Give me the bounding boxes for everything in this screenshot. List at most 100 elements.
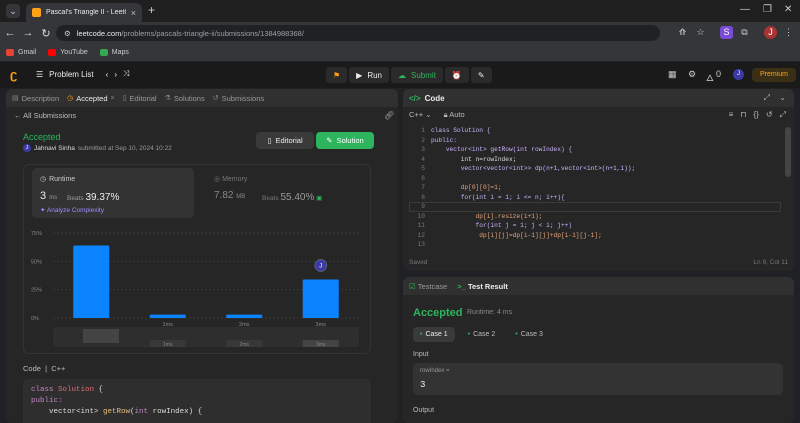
current-line-highlight bbox=[409, 202, 781, 212]
timer-button[interactable]: ⏰ bbox=[444, 67, 469, 83]
forward-icon[interactable]: → bbox=[20, 27, 36, 39]
cloud-upload-icon: ☁ bbox=[398, 70, 407, 80]
runtime-distribution-chart: 0%25%50%75%1ms 2ms 3msJ1ms 2ms 3ms bbox=[31, 231, 359, 348]
share-link-icon[interactable]: 🔗︎ bbox=[384, 111, 394, 120]
y-tick-label: 25% bbox=[31, 288, 42, 294]
chart-bar[interactable] bbox=[149, 314, 186, 318]
maximize-icon[interactable]: ❐ bbox=[763, 4, 772, 15]
next-problem-icon[interactable]: › bbox=[114, 70, 117, 79]
run-submit-group: ⚑ ▶ Run ☁ Submit ⏰ ✎ bbox=[326, 67, 492, 83]
solution-button[interactable]: ✎ Solution bbox=[316, 132, 374, 149]
tab-test-result[interactable]: >_ Test Result bbox=[457, 282, 508, 291]
editor-scrollbar[interactable] bbox=[785, 127, 791, 177]
run-button[interactable]: ▶ Run bbox=[349, 67, 390, 83]
memory-beats-value: 55.40% bbox=[280, 192, 315, 203]
tab-accepted[interactable]: ◷ Accepted × bbox=[67, 94, 114, 103]
list-icon[interactable]: ☰ bbox=[36, 70, 43, 79]
debug-button[interactable]: ⚑ bbox=[326, 67, 348, 83]
panel-menu-icon[interactable]: ⌄ bbox=[779, 93, 786, 102]
language-label: C++ bbox=[409, 110, 424, 119]
code-line: dp[i][j]=dp[i-1][j]+dp[i-1][j-1]; bbox=[431, 231, 602, 239]
settings-icon[interactable]: ⚙ bbox=[688, 69, 696, 80]
premium-button[interactable]: Premium bbox=[752, 68, 796, 82]
leetcode-logo-icon[interactable]: ʗ bbox=[10, 68, 22, 82]
submitter-avatar: J bbox=[23, 144, 31, 152]
bookmark-star-icon[interactable]: ☆ bbox=[694, 26, 707, 39]
flask-icon: ⚗ bbox=[164, 95, 171, 102]
profile-avatar-icon[interactable]: J bbox=[764, 26, 777, 39]
language-select[interactable]: C++ ⌄ bbox=[409, 110, 432, 120]
case-1-tab[interactable]: • Case 1 bbox=[413, 327, 455, 342]
pass-dot-icon: • bbox=[420, 331, 423, 338]
chart-bar[interactable] bbox=[302, 279, 339, 318]
extension-s-icon[interactable]: S bbox=[720, 26, 733, 39]
tab-search-icon[interactable]: ⌄ bbox=[6, 4, 20, 18]
problem-list-link[interactable]: Problem List bbox=[49, 70, 93, 79]
analyze-complexity-link[interactable]: ✦ Analyze Complexity bbox=[40, 206, 104, 214]
shuffle-icon[interactable]: ⤨ bbox=[123, 69, 129, 79]
memory-number: 7.82 bbox=[214, 190, 234, 201]
history-icon: ↺ bbox=[212, 95, 219, 102]
code-editor[interactable]: 1 class Solution {2 public: 3 vector<int> g… bbox=[409, 126, 789, 248]
notes-button[interactable]: ✎ bbox=[470, 67, 492, 83]
tab-testcase[interactable]: ☑ Testcase bbox=[409, 282, 447, 291]
expand-icon[interactable]: ⤢ bbox=[780, 110, 786, 120]
browser-menu-icon[interactable]: ⋮ bbox=[782, 26, 795, 39]
reload-icon[interactable]: ↻ bbox=[38, 27, 54, 40]
runtime-value: 3 ms bbox=[40, 190, 57, 202]
close-window-icon[interactable]: ✕ bbox=[784, 4, 792, 15]
browser-tab[interactable]: Pascal's Triangle II - LeetCode × bbox=[26, 3, 142, 22]
format-icon[interactable]: ≡ bbox=[729, 110, 734, 120]
fire-icon[interactable]: 🜂 bbox=[706, 69, 714, 87]
auto-mode-toggle[interactable]: 🔒︎ Auto bbox=[444, 110, 465, 120]
memory-card[interactable]: ◎ Memory 7.82 MB Beats 55.40% ▣ bbox=[210, 168, 360, 218]
tab-description[interactable]: ▤ Description bbox=[12, 94, 59, 103]
maximize-panel-icon[interactable]: ⤢ bbox=[764, 93, 770, 103]
braces-icon[interactable]: {} bbox=[754, 110, 759, 120]
runtime-beats-value: 39.37% bbox=[85, 192, 120, 203]
bookmark-youtube[interactable]: YouTube bbox=[48, 49, 88, 56]
tab-label: Testcase bbox=[417, 281, 448, 291]
close-tab-icon[interactable]: × bbox=[131, 8, 136, 18]
input-box: rowIndex = 3 bbox=[413, 363, 783, 395]
editor-toolbar: C++ ⌄ 🔒︎ Auto bbox=[409, 110, 465, 120]
user-marker-label: J bbox=[319, 263, 322, 269]
prev-problem-icon[interactable]: ‹ bbox=[106, 70, 109, 79]
tab-editorial[interactable]: ▯ Editorial bbox=[123, 94, 157, 103]
case-2-tab[interactable]: • Case 2 bbox=[461, 327, 503, 342]
close-tab-icon[interactable]: × bbox=[111, 95, 115, 102]
bookmark-label: Maps bbox=[111, 49, 129, 56]
new-tab-icon[interactable]: + bbox=[148, 3, 155, 17]
chart-bar[interactable] bbox=[73, 245, 110, 318]
input-label: Input bbox=[413, 351, 429, 358]
minimap-bar bbox=[83, 329, 119, 343]
runtime-card[interactable]: ◷ Runtime 3 ms Beats 39.37% ✦ Analyze Com… bbox=[32, 168, 194, 218]
tab-submissions[interactable]: ↺ Submissions bbox=[213, 94, 264, 103]
auto-label: Auto bbox=[449, 110, 465, 119]
all-submissions-label: All Submissions bbox=[23, 111, 77, 120]
runtime-label: ◷ Runtime bbox=[40, 175, 75, 184]
back-icon[interactable]: ← bbox=[2, 27, 18, 39]
all-submissions-link[interactable]: ← All Submissions bbox=[14, 111, 76, 120]
output-label: Output bbox=[413, 407, 435, 414]
submitter-name[interactable]: Jahnavi Sinha bbox=[34, 145, 75, 152]
user-avatar[interactable]: J bbox=[733, 69, 744, 80]
editorial-button[interactable]: ▯ Editorial bbox=[256, 132, 314, 149]
extensions-puzzle-icon[interactable]: ⧉ bbox=[738, 26, 751, 39]
memory-title: Memory bbox=[222, 176, 248, 183]
bookmark-gmail[interactable]: Gmail bbox=[6, 49, 36, 56]
submit-button[interactable]: ☁ Submit bbox=[391, 67, 443, 83]
tab-solutions[interactable]: ⚗ Solutions bbox=[165, 94, 205, 103]
reset-icon[interactable]: ↺ bbox=[766, 110, 773, 120]
code-line: int n=rowIndex; bbox=[431, 155, 517, 163]
case-3-tab[interactable]: • Case 3 bbox=[508, 327, 550, 342]
bookmark-maps[interactable]: Maps bbox=[99, 49, 129, 56]
layout-icon[interactable]: ▦ bbox=[668, 69, 677, 80]
chart-bar[interactable] bbox=[226, 314, 263, 318]
minimize-icon[interactable]: — bbox=[740, 4, 750, 15]
address-bar[interactable]: ⚙ leetcode.com/problems/pascals-triangle… bbox=[56, 25, 660, 41]
result-runtime: Runtime: 4 ms bbox=[467, 309, 513, 316]
bookmark-icon[interactable]: ⊓ bbox=[740, 110, 746, 120]
translate-icon[interactable]: ⟰ bbox=[676, 26, 689, 39]
site-info-icon[interactable]: ⚙ bbox=[64, 29, 71, 38]
